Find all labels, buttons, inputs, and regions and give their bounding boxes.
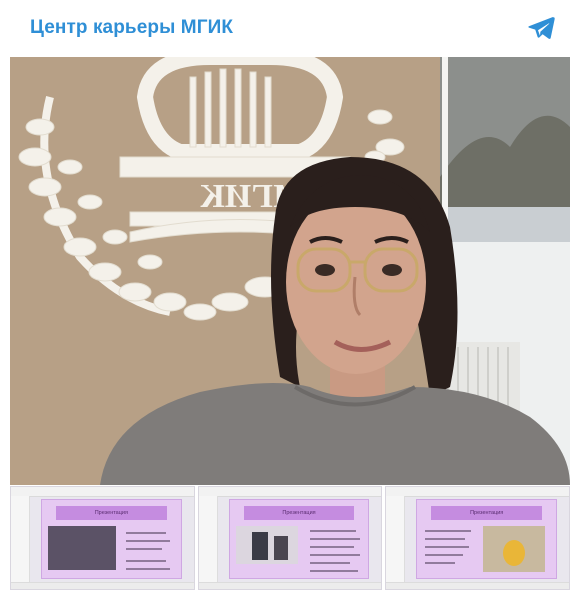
slide-text-line [425,546,470,548]
slide-text-line [309,530,356,532]
telegram-icon[interactable] [524,11,558,45]
slide-text-line [309,546,354,548]
selfie-image: МГИК [10,57,570,485]
slide-text-line [126,568,170,570]
thumb-toolbar [198,487,382,497]
slide-text-line [309,570,358,572]
thumb-sidebar [198,496,218,589]
thumbnail-strip: Презентация Презентация Презентация [10,486,571,590]
slide-text-line [126,532,166,534]
slide-text-line [309,554,360,556]
slide-text-line [309,538,360,540]
slide-photo-figure [273,536,288,560]
thumb-statusbar [198,582,382,589]
thumb-statusbar [11,582,194,589]
channel-header: Центр карьеры МГИК [0,0,572,56]
slide-text-line [309,562,350,564]
thumb-sidebar [11,496,30,589]
slide-text-line [425,562,456,564]
slide-thumbnail[interactable]: Презентация [385,486,571,590]
slide-photo-figure [251,532,268,560]
thumb-sidebar [386,496,406,589]
thumb-toolbar [11,487,194,497]
slide-title: Презентация [431,506,543,520]
slide-title: Презентация [56,506,167,520]
slide-text-line [425,554,464,556]
slide-text-line [126,540,170,542]
post-photo[interactable]: МГИК [10,57,570,485]
slide-text-line [126,560,166,562]
slide-thumbnail[interactable]: Презентация [10,486,195,590]
thumb-slide: Презентация [228,499,370,579]
thumb-slide: Презентация [416,499,558,579]
slide-text-line [126,548,162,550]
thumb-slide: Презентация [41,499,182,579]
slide-text-line [425,530,472,532]
slide-title: Презентация [243,506,355,520]
slide-photo [48,526,116,570]
channel-title[interactable]: Центр карьеры МГИК [30,17,233,39]
slide-thumbnail[interactable]: Презентация [197,486,383,590]
thumb-toolbar [386,487,570,497]
thumb-statusbar [386,582,570,589]
slide-text-line [425,538,466,540]
